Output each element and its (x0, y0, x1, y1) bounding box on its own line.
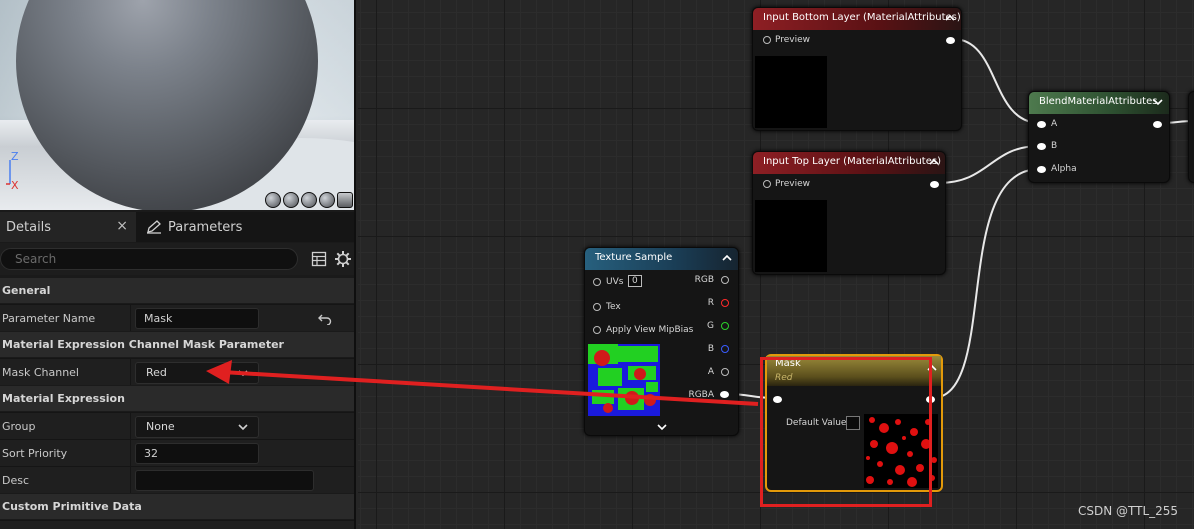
arrow-head-icon (206, 360, 232, 384)
watermark-text: CSDN @TTL_255 (1078, 504, 1179, 518)
annotation-arrow (206, 360, 759, 406)
